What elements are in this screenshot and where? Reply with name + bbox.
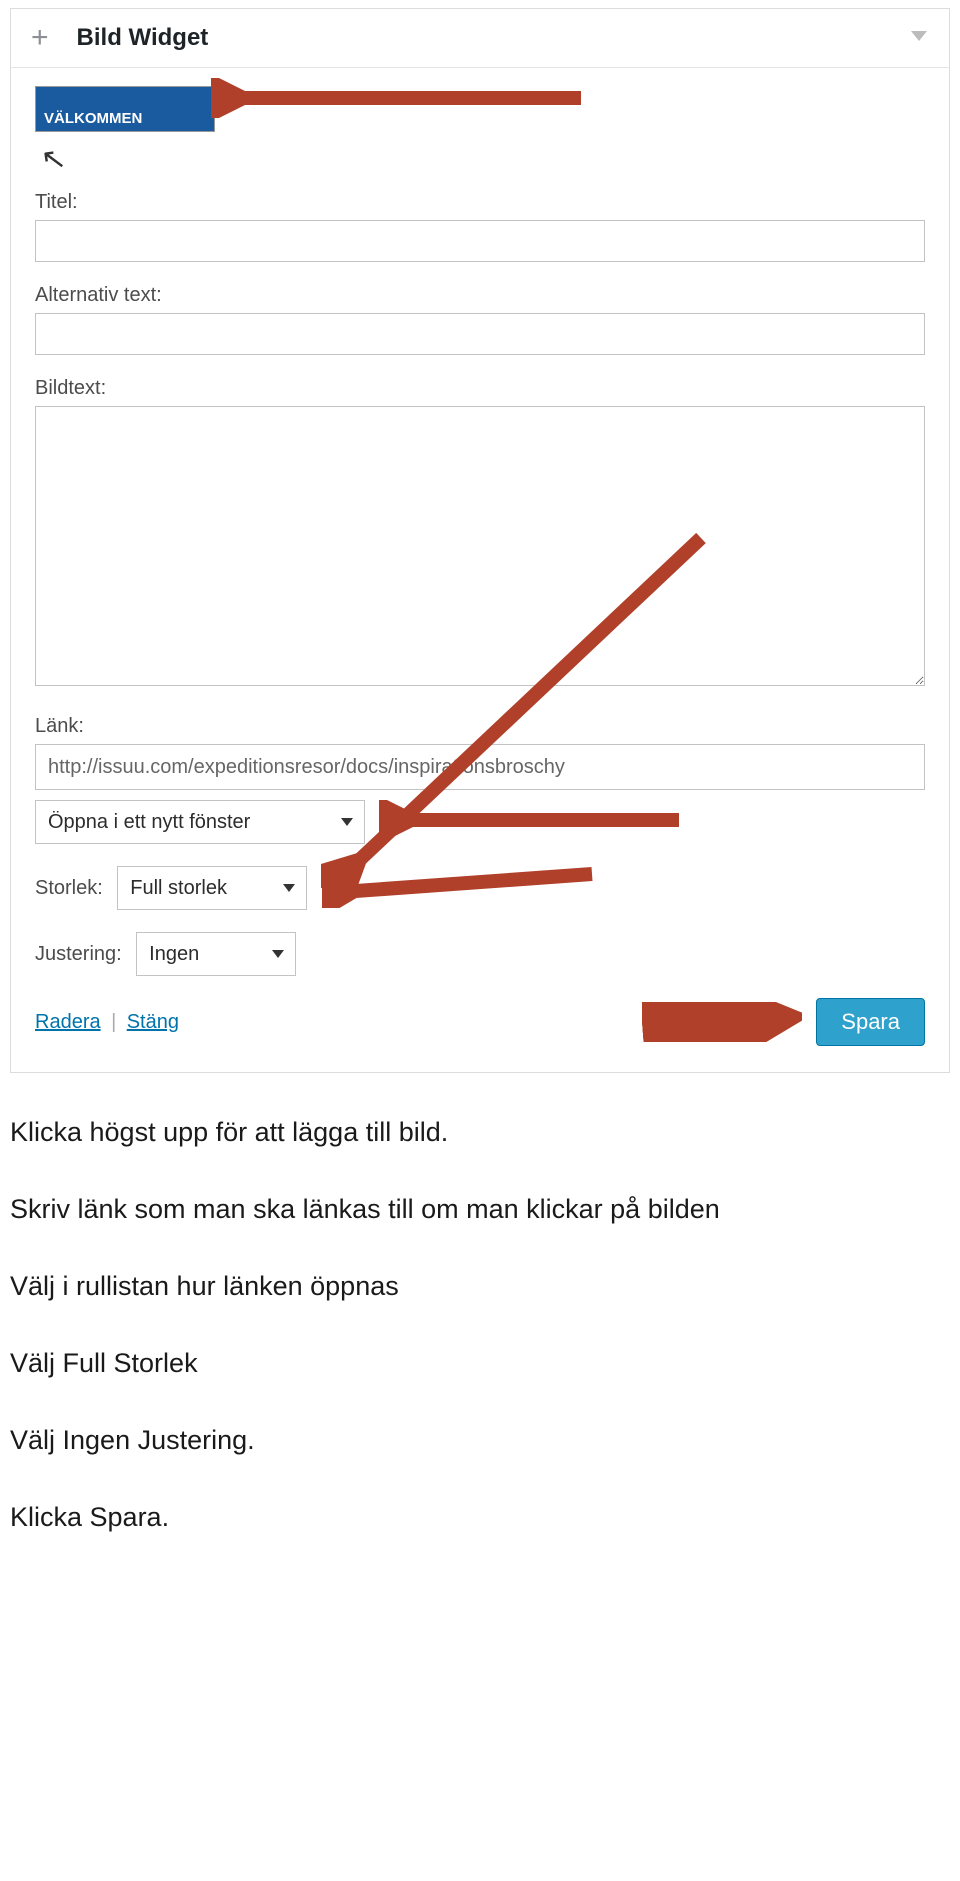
stang-link[interactable]: Stäng	[127, 1011, 179, 1033]
titel-input[interactable]	[35, 220, 925, 262]
instruction-line: Välj Ingen Justering.	[10, 1423, 950, 1458]
widget-title: Bild Widget	[77, 24, 209, 52]
instruction-line: Klicka Spara.	[10, 1500, 950, 1535]
justering-label: Justering:	[35, 943, 122, 965]
storlek-label: Storlek:	[35, 877, 103, 899]
instructions-block: Klicka högst upp för att lägga till bild…	[0, 1085, 960, 1618]
storlek-select[interactable]: Full storlek	[117, 866, 307, 910]
alt-input[interactable]	[35, 313, 925, 355]
instruction-line: Skriv länk som man ska länkas till om ma…	[10, 1192, 950, 1227]
spara-button[interactable]: Spara	[816, 998, 925, 1046]
bildtext-label: Bildtext:	[35, 377, 925, 400]
lank-label: Länk:	[35, 715, 925, 738]
plus-icon: +	[31, 23, 49, 53]
widget-header[interactable]: + Bild Widget	[11, 9, 949, 68]
chevron-down-icon[interactable]	[911, 31, 927, 41]
alt-label: Alternativ text:	[35, 284, 925, 307]
annotation-arrow-5	[642, 1002, 802, 1042]
cursor-icon: ↖	[39, 140, 69, 178]
open-mode-select[interactable]: Öppna i ett nytt fönster	[35, 800, 365, 844]
divider: |	[111, 1011, 116, 1033]
annotation-arrow-3	[379, 800, 689, 840]
annotation-arrow-4	[322, 864, 602, 908]
justering-select[interactable]: Ingen	[136, 932, 296, 976]
radera-link[interactable]: Radera	[35, 1011, 101, 1033]
widget-panel: + Bild Widget VÄLKOMMEN ↖	[10, 8, 950, 1073]
titel-label: Titel:	[35, 191, 925, 214]
instruction-line: Klicka högst upp för att lägga till bild…	[10, 1115, 950, 1150]
instruction-line: Välj i rullistan hur länken öppnas	[10, 1269, 950, 1304]
lank-input[interactable]	[35, 744, 925, 790]
image-thumbnail[interactable]: VÄLKOMMEN	[35, 86, 215, 132]
image-thumbnail-text: VÄLKOMMEN	[44, 110, 142, 127]
instruction-line: Välj Full Storlek	[10, 1346, 950, 1381]
bildtext-textarea[interactable]	[35, 406, 925, 686]
annotation-arrow-1	[211, 78, 591, 118]
